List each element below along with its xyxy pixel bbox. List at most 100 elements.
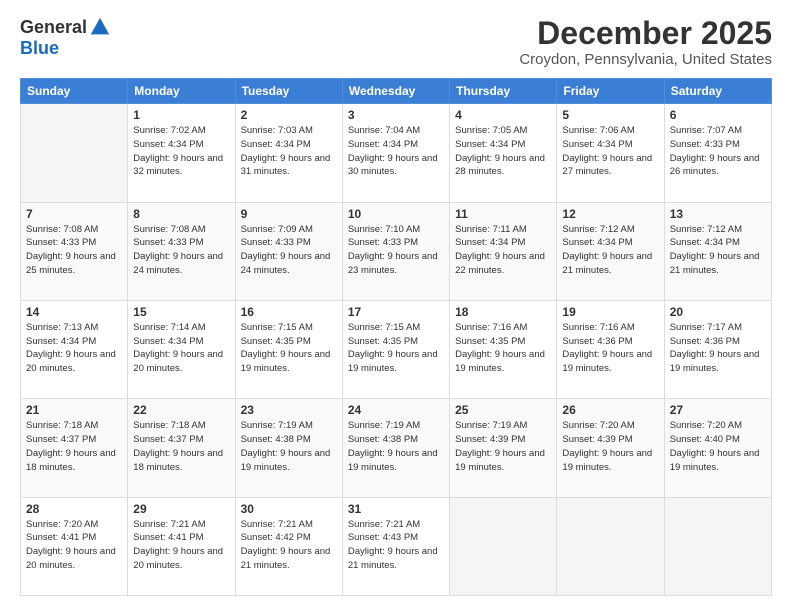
daylight: Daylight: 9 hours and 20 minutes. bbox=[133, 349, 223, 374]
sunset: Sunset: 4:40 PM bbox=[670, 434, 740, 445]
sunset: Sunset: 4:35 PM bbox=[241, 336, 311, 347]
daylight: Daylight: 9 hours and 19 minutes. bbox=[241, 448, 331, 473]
day-number: 24 bbox=[348, 403, 444, 417]
sunrise: Sunrise: 7:07 AM bbox=[670, 125, 742, 136]
daylight: Daylight: 9 hours and 32 minutes. bbox=[133, 153, 223, 178]
calendar-cell: 3 Sunrise: 7:04 AM Sunset: 4:34 PM Daylight… bbox=[342, 104, 449, 202]
daylight: Daylight: 9 hours and 22 minutes. bbox=[455, 251, 545, 276]
sunset: Sunset: 4:34 PM bbox=[670, 237, 740, 248]
day-info: Sunrise: 7:06 AMSunset: 4:34 PMDaylight:… bbox=[562, 124, 658, 179]
sunrise: Sunrise: 7:11 AM bbox=[455, 224, 527, 235]
sunset: Sunset: 4:34 PM bbox=[133, 336, 203, 347]
daylight: Daylight: 9 hours and 27 minutes. bbox=[562, 153, 652, 178]
daylight: Daylight: 9 hours and 24 minutes. bbox=[241, 251, 331, 276]
sunrise: Sunrise: 7:08 AM bbox=[26, 224, 98, 235]
daylight: Daylight: 9 hours and 19 minutes. bbox=[670, 349, 760, 374]
day-info: Sunrise: 7:16 AMSunset: 4:36 PMDaylight:… bbox=[562, 321, 658, 376]
day-info: Sunrise: 7:12 AMSunset: 4:34 PMDaylight:… bbox=[670, 223, 766, 278]
day-header: Friday bbox=[557, 79, 664, 104]
day-info: Sunrise: 7:19 AMSunset: 4:38 PMDaylight:… bbox=[348, 419, 444, 474]
daylight: Daylight: 9 hours and 30 minutes. bbox=[348, 153, 438, 178]
calendar-cell: 19Sunrise: 7:16 AMSunset: 4:36 PMDayligh… bbox=[557, 300, 664, 398]
day-number: 14 bbox=[26, 305, 122, 319]
day-info: Sunrise: 7:04 AM Sunset: 4:34 PM Daylight:… bbox=[348, 124, 444, 179]
daylight: Daylight: 9 hours and 19 minutes. bbox=[348, 349, 438, 374]
day-number: 29 bbox=[133, 502, 229, 516]
daylight: Daylight: 9 hours and 31 minutes. bbox=[241, 153, 331, 178]
day-info: Sunrise: 7:15 AMSunset: 4:35 PMDaylight:… bbox=[241, 321, 337, 376]
daylight: Daylight: 9 hours and 28 minutes. bbox=[455, 153, 545, 178]
day-header: Tuesday bbox=[235, 79, 342, 104]
daylight: Daylight: 9 hours and 20 minutes. bbox=[26, 349, 116, 374]
day-info: Sunrise: 7:05 AMSunset: 4:34 PMDaylight:… bbox=[455, 124, 551, 179]
daylight: Daylight: 9 hours and 18 minutes. bbox=[133, 448, 223, 473]
day-info: Sunrise: 7:02 AMSunset: 4:34 PMDaylight:… bbox=[133, 124, 229, 179]
calendar-cell: 2Sunrise: 7:03 AMSunset: 4:34 PMDaylight… bbox=[235, 104, 342, 202]
day-info: Sunrise: 7:20 AMSunset: 4:41 PMDaylight:… bbox=[26, 518, 122, 573]
calendar-cell: 4Sunrise: 7:05 AMSunset: 4:34 PMDaylight… bbox=[450, 104, 557, 202]
sunset: Sunset: 4:33 PM bbox=[670, 139, 740, 150]
day-number: 21 bbox=[26, 403, 122, 417]
sunrise: Sunrise: 7:03 AM bbox=[241, 125, 313, 136]
daylight: Daylight: 9 hours and 19 minutes. bbox=[241, 349, 331, 374]
sunset: Sunset: 4:43 PM bbox=[348, 532, 418, 543]
daylight: Daylight: 9 hours and 26 minutes. bbox=[670, 153, 760, 178]
sunrise: Sunrise: 7:18 AM bbox=[26, 420, 98, 431]
day-number: 18 bbox=[455, 305, 551, 319]
day-header: Saturday bbox=[664, 79, 771, 104]
sunset: Sunset: 4:39 PM bbox=[562, 434, 632, 445]
sunset: Sunset: 4:34 PM bbox=[26, 336, 96, 347]
calendar-cell bbox=[664, 497, 771, 595]
calendar-cell: 16Sunrise: 7:15 AMSunset: 4:35 PMDayligh… bbox=[235, 300, 342, 398]
day-number: 13 bbox=[670, 207, 766, 221]
daylight: Daylight: 9 hours and 19 minutes. bbox=[562, 448, 652, 473]
calendar-cell bbox=[450, 497, 557, 595]
day-number: 31 bbox=[348, 502, 444, 516]
day-info: Sunrise: 7:15 AMSunset: 4:35 PMDaylight:… bbox=[348, 321, 444, 376]
day-info: Sunrise: 7:21 AMSunset: 4:43 PMDaylight:… bbox=[348, 518, 444, 573]
calendar-cell: 21Sunrise: 7:18 AMSunset: 4:37 PMDayligh… bbox=[21, 399, 128, 497]
sunset: Sunset: 4:33 PM bbox=[133, 237, 203, 248]
sunrise: Sunrise: 7:21 AM bbox=[241, 519, 313, 530]
sunset: Sunset: 4:36 PM bbox=[562, 336, 632, 347]
day-info: Sunrise: 7:12 AMSunset: 4:34 PMDaylight:… bbox=[562, 223, 658, 278]
daylight: Daylight: 9 hours and 23 minutes. bbox=[348, 251, 438, 276]
sunrise: Sunrise: 7:06 AM bbox=[562, 125, 634, 136]
day-info: Sunrise: 7:19 AMSunset: 4:39 PMDaylight:… bbox=[455, 419, 551, 474]
day-info: Sunrise: 7:09 AMSunset: 4:33 PMDaylight:… bbox=[241, 223, 337, 278]
sunrise: Sunrise: 7:04 AM bbox=[348, 125, 420, 136]
calendar-cell: 6Sunrise: 7:07 AMSunset: 4:33 PMDaylight… bbox=[664, 104, 771, 202]
calendar-cell: 17 Sunrise: 7:15 AMSunset: 4:35 PMDayligh… bbox=[342, 300, 449, 398]
sunset: Sunset: 4:34 PM bbox=[348, 139, 418, 150]
calendar-cell: 13 Sunrise: 7:12 AMSunset: 4:34 PMDayligh… bbox=[664, 202, 771, 300]
day-number: 17 bbox=[348, 305, 444, 319]
sunset: Sunset: 4:33 PM bbox=[348, 237, 418, 248]
day-info: Sunrise: 7:14 AM Sunset: 4:34 PM Daylight:… bbox=[133, 321, 229, 376]
logo: General Blue bbox=[20, 16, 111, 59]
day-number: 3 bbox=[348, 108, 444, 122]
calendar-cell: 26Sunrise: 7:20 AMSunset: 4:39 PMDayligh… bbox=[557, 399, 664, 497]
sunrise: Sunrise: 7:20 AM bbox=[562, 420, 634, 431]
sunrise: Sunrise: 7:19 AM bbox=[348, 420, 420, 431]
calendar-cell: 22Sunrise: 7:18 AMSunset: 4:37 PMDayligh… bbox=[128, 399, 235, 497]
calendar-cell: 28Sunrise: 7:20 AMSunset: 4:41 PMDayligh… bbox=[21, 497, 128, 595]
calendar-cell: 11Sunrise: 7:11 AMSunset: 4:34 PMDayligh… bbox=[450, 202, 557, 300]
day-info: Sunrise: 7:19 AMSunset: 4:38 PMDaylight:… bbox=[241, 419, 337, 474]
day-number: 5 bbox=[562, 108, 658, 122]
calendar-cell: 14Sunrise: 7:13 AMSunset: 4:34 PMDayligh… bbox=[21, 300, 128, 398]
daylight: Daylight: 9 hours and 19 minutes. bbox=[455, 349, 545, 374]
daylight: Daylight: 9 hours and 20 minutes. bbox=[26, 546, 116, 571]
day-info: Sunrise: 7:18 AMSunset: 4:37 PMDaylight:… bbox=[133, 419, 229, 474]
calendar-cell: 27Sunrise: 7:20 AMSunset: 4:40 PMDayligh… bbox=[664, 399, 771, 497]
calendar-cell: 8Sunrise: 7:08 AMSunset: 4:33 PMDaylight… bbox=[128, 202, 235, 300]
calendar-cell: 9Sunrise: 7:09 AMSunset: 4:33 PMDaylight… bbox=[235, 202, 342, 300]
day-number: 30 bbox=[241, 502, 337, 516]
day-number: 2 bbox=[241, 108, 337, 122]
day-info: Sunrise: 7:21 AMSunset: 4:42 PMDaylight:… bbox=[241, 518, 337, 573]
sunrise: Sunrise: 7:18 AM bbox=[133, 420, 205, 431]
calendar-cell: 12Sunrise: 7:12 AMSunset: 4:34 PMDayligh… bbox=[557, 202, 664, 300]
logo-blue: Blue bbox=[20, 38, 59, 59]
day-info: Sunrise: 7:20 AM Sunset: 4:39 PM Daylight:… bbox=[562, 419, 658, 474]
calendar-cell: 23Sunrise: 7:19 AMSunset: 4:38 PMDayligh… bbox=[235, 399, 342, 497]
sunrise: Sunrise: 7:14 AM bbox=[133, 322, 205, 333]
